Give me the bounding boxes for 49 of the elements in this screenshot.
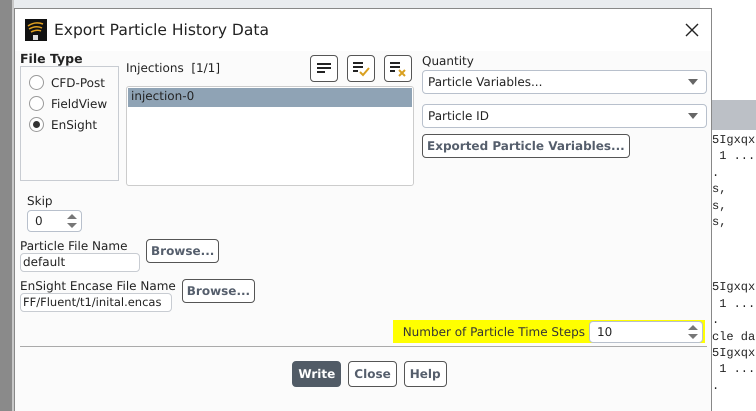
console-line: s,	[712, 214, 726, 229]
select-all-icon[interactable]	[347, 55, 375, 82]
radio-button[interactable]	[29, 117, 44, 132]
radio-option[interactable]: EnSight	[29, 116, 118, 133]
radio-button[interactable]	[29, 96, 44, 111]
app-logo-icon	[25, 19, 47, 41]
console-line: 1 ...	[718, 296, 756, 311]
list-item[interactable]: injection-0	[128, 88, 412, 107]
time-steps-spinner[interactable]: 10	[589, 320, 703, 342]
skip-label: Skip	[27, 194, 54, 208]
dropdown[interactable]: Particle Variables...	[422, 70, 707, 94]
console-line: 5Igxqx	[712, 280, 756, 294]
console-line: .	[712, 378, 720, 393]
file-type-label: File Type	[20, 51, 84, 66]
radio-option[interactable]: CFD-Post	[29, 74, 118, 91]
console-line: 5Igxqx	[712, 133, 756, 147]
radio-button[interactable]	[29, 75, 44, 90]
exported-variables-button[interactable]: Exported Particle Variables...	[422, 134, 630, 158]
radio-option[interactable]: FieldView	[29, 95, 118, 112]
dialog-button[interactable]: Close	[348, 361, 397, 387]
deselect-all-icon[interactable]	[384, 55, 412, 82]
particle-file-field[interactable]: default	[20, 253, 140, 272]
particle-file-label: Particle File Name	[20, 239, 128, 253]
spinner-arrows-icon[interactable]	[688, 324, 698, 340]
dropdown-arrow-icon	[688, 79, 698, 85]
encase-file-field[interactable]: FF/Fluent/t1/inital.encas	[20, 293, 172, 312]
console-line: 1 ...	[718, 149, 756, 164]
browse-button[interactable]: Browse...	[146, 239, 220, 263]
skip-spinner[interactable]: 0	[27, 210, 82, 232]
time-steps-label: Number of Particle Time Steps	[402, 324, 585, 338]
list-icon[interactable]	[310, 55, 338, 82]
injections-label: Injections [1/1]	[126, 61, 220, 75]
console-line: s,	[712, 182, 726, 196]
console-line: cle da	[712, 330, 756, 344]
browse-button[interactable]: Browse...	[182, 279, 256, 303]
dialog-button[interactable]: Help	[404, 361, 447, 387]
dialog-button[interactable]: Write	[292, 361, 342, 387]
window-title: Export Particle History Data	[54, 21, 270, 39]
console-line: .	[712, 313, 720, 328]
dropdown-arrow-icon	[688, 113, 698, 119]
spinner-arrows-icon[interactable]	[67, 213, 77, 229]
console-line: 5Igxqx	[712, 346, 756, 360]
console-line: .	[712, 166, 720, 180]
close-icon[interactable]	[685, 23, 699, 37]
dropdown[interactable]: Particle ID	[422, 104, 707, 128]
console-line: 1 ...	[718, 362, 756, 376]
console-line: s,	[712, 198, 726, 213]
encase-file-label: EnSight Encase File Name	[20, 279, 176, 293]
quantity-label: Quantity	[422, 54, 475, 68]
